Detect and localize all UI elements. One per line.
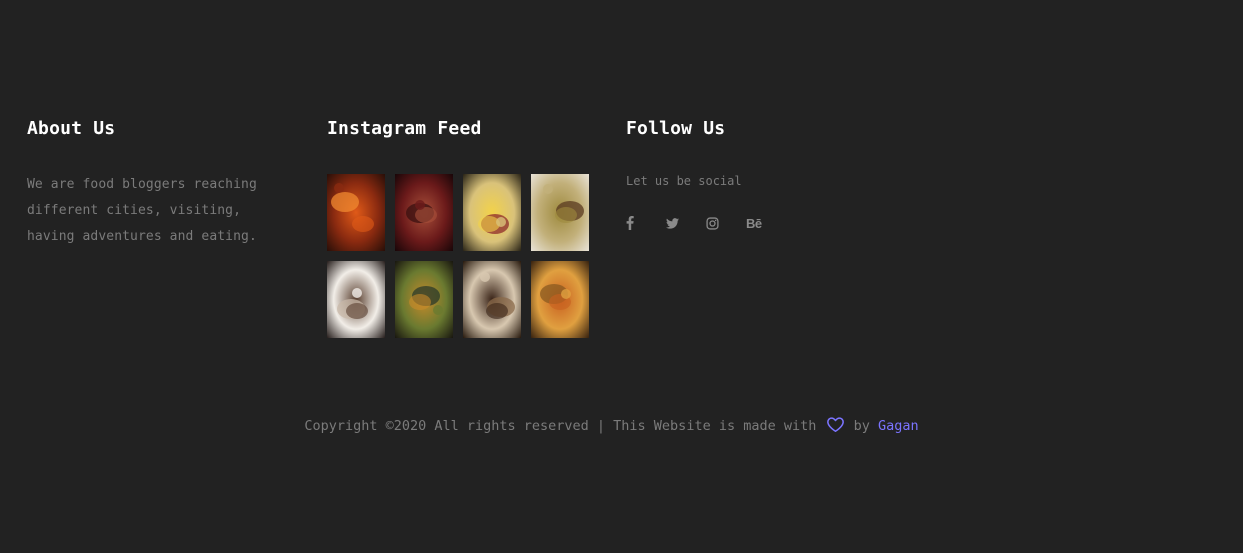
instagram-photo-pizza[interactable] xyxy=(395,174,453,251)
about-text: We are food bloggers reaching different … xyxy=(27,172,277,250)
instagram-photo-cold-coffee-image xyxy=(327,261,385,338)
instagram-photo-pizza-image xyxy=(395,174,453,251)
heart-icon xyxy=(826,417,844,432)
instagram-photo-thali-plate[interactable] xyxy=(463,174,521,251)
about-section: About Us We are food bloggers reaching d… xyxy=(27,116,287,244)
instagram-photo-grilled-meat-image xyxy=(327,174,385,251)
instagram-photo-rolls[interactable] xyxy=(395,261,453,338)
instagram-photo-cold-coffee[interactable] xyxy=(327,261,385,338)
instagram-photo-nachos[interactable] xyxy=(531,261,589,338)
behance-icon: Bē xyxy=(746,215,762,231)
follow-heading: Follow Us xyxy=(626,118,726,139)
site-footer: About Us We are food bloggers reaching d… xyxy=(0,0,1243,553)
about-text-line-1: We are food bloggers reaching xyxy=(27,177,257,192)
instagram-photo-rolls-image xyxy=(395,261,453,338)
copyright: Copyright ©2020 All rights reserved | Th… xyxy=(0,416,1223,436)
follow-section: Follow Us Let us be social Bē xyxy=(626,116,886,231)
instagram-link[interactable] xyxy=(706,214,746,232)
social-tagline: Let us be social xyxy=(626,174,742,188)
instagram-icon xyxy=(706,216,719,230)
facebook-icon xyxy=(626,216,634,230)
instagram-photo-paratha-curry-image xyxy=(531,174,589,251)
author-link[interactable]: Gagan xyxy=(878,418,919,434)
behance-link[interactable]: Bē xyxy=(746,214,786,232)
about-text-line-2: different cities, visiting, xyxy=(27,203,242,218)
social-icons: Bē xyxy=(626,214,786,232)
instagram-photo-paratha-curry[interactable] xyxy=(531,174,589,251)
instagram-photo-thali-plate-image xyxy=(463,174,521,251)
facebook-link[interactable] xyxy=(626,214,666,232)
about-text-line-3: having adventures and eating. xyxy=(27,229,257,244)
twitter-link[interactable] xyxy=(666,214,706,232)
instagram-feed-grid xyxy=(327,174,589,338)
instagram-photo-nachos-image xyxy=(531,261,589,338)
twitter-icon xyxy=(666,217,679,229)
instagram-feed-heading: Instagram Feed xyxy=(327,118,482,139)
copyright-text: Copyright ©2020 All rights reserved | Th… xyxy=(304,418,817,434)
about-heading: About Us xyxy=(27,118,116,139)
instagram-photo-grilled-meat[interactable] xyxy=(327,174,385,251)
instagram-photo-dessert-tray[interactable] xyxy=(463,261,521,338)
copyright-by: by xyxy=(853,418,870,434)
instagram-feed-section: Instagram Feed xyxy=(327,116,597,338)
instagram-photo-dessert-tray-image xyxy=(463,261,521,338)
